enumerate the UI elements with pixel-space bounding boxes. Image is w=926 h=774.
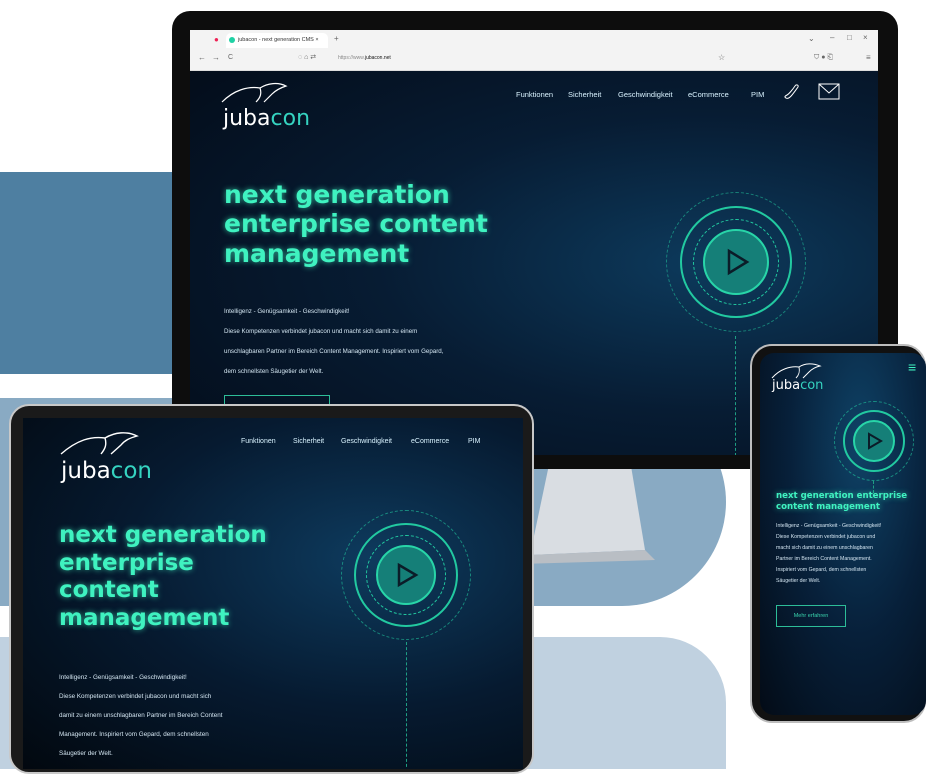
headline-line-2: content management — [776, 501, 880, 512]
body-line-5: Säugetier der Welt. — [776, 578, 821, 584]
nav-geschwindigkeit[interactable]: Geschwindigkeit — [341, 438, 392, 445]
body-line-1: Diese Kompetenzen verbindet jubacon und … — [59, 693, 212, 700]
body-line-2: damit zu einem unschlagbaren Partner im … — [59, 712, 223, 719]
logo-suffix: con — [800, 378, 824, 393]
logo-prefix: juba — [223, 106, 271, 131]
headline-line-2: enterprise — [59, 549, 194, 576]
firefox-icon: ● — [214, 35, 219, 44]
play-button[interactable] — [376, 545, 436, 605]
tagline: Intelligenz - Genügsamkeit - Geschwindig… — [224, 308, 350, 315]
play-icon — [727, 248, 750, 276]
hero-paragraph: Intelligenz - Genügsamkeit - Geschwindig… — [224, 302, 443, 382]
monitor-stand — [520, 460, 655, 564]
tablet-screen: jubacon Funktionen Sicherheit Geschwindi… — [23, 418, 523, 769]
reload-button[interactable]: C — [228, 53, 233, 63]
hamburger-menu-icon[interactable]: ≡ — [908, 359, 916, 375]
hero-headline: next generation enterprise content manag… — [59, 522, 267, 632]
nav-sicherheit[interactable]: Sicherheit — [293, 438, 324, 445]
browser-chrome: ● jubacon - next generation CMS × + ← → … — [190, 30, 878, 71]
maximize-button[interactable]: □ — [847, 33, 852, 43]
hero-headline: next generation enterprise content manag… — [224, 180, 488, 268]
nav-ecommerce[interactable]: eCommerce — [411, 438, 449, 445]
logo-wordmark[interactable]: jubacon — [61, 458, 152, 484]
tagline: Intelligenz - Genügsamkeit - Geschwindig… — [59, 674, 187, 681]
extensions-icon[interactable]: ⛉ ● ⎗ — [814, 53, 833, 63]
favicon-icon — [229, 37, 235, 43]
url-bar[interactable]: https://www.jubacon.net — [338, 53, 391, 63]
body-line-2: unschlagbaren Partner im Bereich Content… — [224, 348, 444, 355]
shield-icon: ◌ ⌂ ⇄ — [298, 54, 317, 61]
headline-line-3: content — [59, 577, 159, 604]
body-line-1: Diese Kompetenzen verbindet jubacon und — [776, 534, 876, 540]
url-domain: jubacon.net — [364, 55, 391, 61]
logo-prefix: juba — [61, 458, 111, 484]
headline-line-4: management — [59, 604, 230, 631]
nav-funktionen[interactable]: Funktionen — [516, 90, 553, 99]
vertical-line — [735, 336, 737, 455]
headline-line-3: management — [224, 238, 410, 268]
cheetah-logo-icon — [60, 432, 139, 455]
headline-line-1: next generation — [59, 522, 267, 548]
play-button[interactable] — [853, 420, 895, 462]
play-icon — [868, 432, 883, 450]
tab-list-dropdown[interactable]: ⌄ — [808, 34, 815, 44]
cheetah-logo-icon — [221, 82, 288, 103]
nav-ecommerce[interactable]: eCommerce — [688, 90, 729, 99]
nav-funktionen[interactable]: Funktionen — [241, 438, 276, 445]
body-line-2: macht sich damit zu einem unschlagbaren — [776, 545, 873, 551]
back-button[interactable]: ← — [198, 53, 206, 63]
nav-pim[interactable]: PIM — [468, 438, 480, 445]
tagline: Intelligenz - Genügsamkeit - Geschwindig… — [776, 523, 882, 529]
phone-screen: jubacon ≡ next generation enterprise con… — [760, 353, 926, 715]
nav-geschwindigkeit[interactable]: Geschwindigkeit — [618, 90, 673, 99]
hero-paragraph: Intelligenz - Genügsamkeit - Geschwindig… — [59, 668, 222, 763]
body-line-4: Säugetier der Welt. — [59, 750, 113, 757]
forward-button[interactable]: → — [212, 53, 220, 63]
headline-line-2: enterprise content — [224, 209, 488, 239]
more-info-button[interactable]: Mehr erfahren — [776, 605, 846, 627]
logo-suffix: con — [110, 458, 152, 484]
phone-icon[interactable] — [783, 83, 801, 101]
body-line-3: dem schnellsten Säugetier der Welt. — [224, 368, 324, 375]
hero-paragraph: Intelligenz - Genügsamkeit - Geschwindig… — [776, 521, 881, 587]
url-prefix: https://www. — [338, 55, 365, 61]
body-line-3: Management. Inspiriert vom Gepard, dem s… — [59, 731, 209, 738]
new-tab-button[interactable]: + — [334, 34, 339, 44]
logo-wordmark[interactable]: jubacon — [772, 378, 823, 393]
body-line-4: Inspiriert vom Gepard, dem schnellsten — [776, 567, 867, 573]
nav-pim[interactable]: PIM — [751, 90, 764, 99]
bookmark-star-icon[interactable]: ☆ — [718, 53, 725, 63]
play-button[interactable] — [703, 229, 769, 295]
nav-sicherheit[interactable]: Sicherheit — [568, 90, 601, 99]
tab-title: jubacon - next generation CMS × — [238, 37, 319, 43]
logo-wordmark[interactable]: jubacon — [223, 106, 310, 131]
body-line-1: Diese Kompetenzen verbindet jubacon und … — [224, 328, 418, 335]
vertical-line — [406, 642, 408, 769]
logo-suffix: con — [270, 106, 311, 131]
play-icon — [397, 562, 419, 588]
close-button[interactable]: × — [863, 33, 868, 43]
logo-prefix: juba — [772, 378, 801, 393]
mail-icon[interactable] — [818, 83, 840, 101]
minimize-button[interactable]: – — [830, 33, 834, 43]
body-line-3: Partner im Bereich Content Management. — [776, 556, 872, 562]
headline-line-1: next generation enterprise — [776, 491, 908, 501]
hero-headline: next generation enterprise content manag… — [776, 491, 907, 512]
headline-line-1: next generation — [224, 180, 450, 209]
menu-button[interactable]: ≡ — [866, 53, 871, 63]
browser-tab[interactable]: jubacon - next generation CMS × — [226, 33, 328, 48]
